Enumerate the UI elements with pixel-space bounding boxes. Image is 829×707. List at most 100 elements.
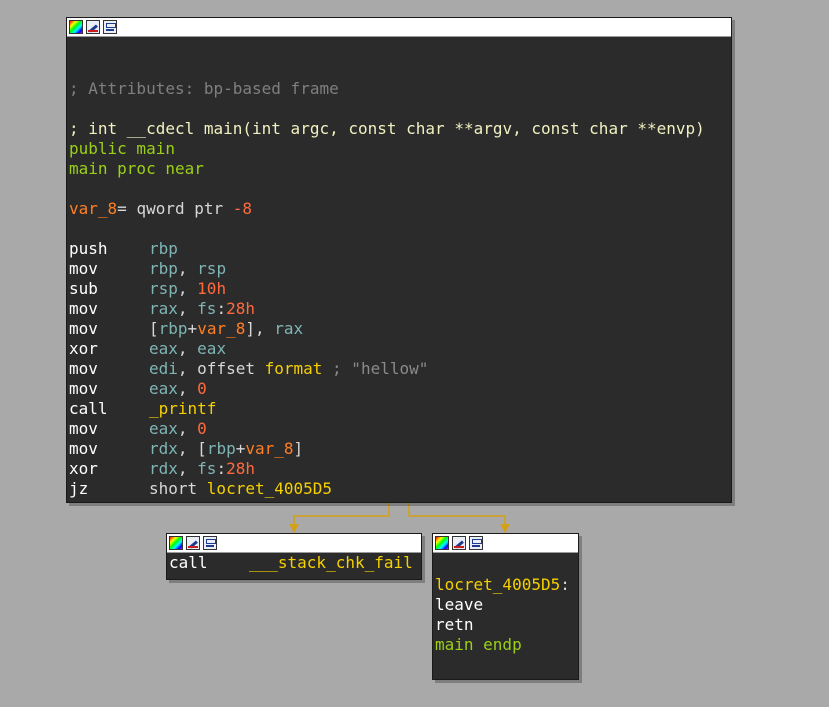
instruction-line[interactable]: mov edi, offset format ; "hellow" — [69, 359, 731, 379]
plus-sign: + — [235, 439, 246, 458]
operand: rdx — [149, 459, 178, 478]
mnemonic: sub — [69, 279, 98, 298]
instruction-line[interactable]: push rbp — [69, 239, 731, 259]
instruction-line[interactable]: mov rdx, [rbp+var_8] — [69, 439, 731, 459]
operand-separator: , — [177, 299, 198, 318]
mnemonic: push — [69, 239, 108, 258]
mnemonic: call — [169, 553, 208, 572]
operand-separator: , — [255, 319, 275, 338]
operand: rdx — [149, 439, 178, 458]
segment-colon: : — [216, 459, 227, 478]
code-label[interactable]: locret_4005D5 — [435, 575, 560, 594]
jump-target[interactable]: locret_4005D5 — [207, 479, 332, 498]
color-palette-icon[interactable] — [69, 20, 83, 34]
mnemonic: xor — [69, 339, 98, 358]
operand: eax — [149, 419, 178, 438]
var-eq: = — [117, 199, 127, 218]
node-titlebar — [67, 18, 731, 37]
edit-node-icon[interactable] — [186, 536, 200, 550]
var-reference[interactable]: var_8 — [245, 439, 293, 458]
node-titlebar — [433, 534, 578, 553]
disassembly-listing: locret_4005D5: leave retn main endp — [433, 553, 578, 655]
operand: eax — [149, 379, 178, 398]
immediate: 0 — [197, 379, 207, 398]
var-type: qword ptr — [126, 199, 233, 218]
proc-declaration: main proc near — [69, 159, 204, 178]
graph-view-icon[interactable] — [203, 536, 217, 550]
mnemonic: mov — [69, 439, 98, 458]
mnemonic: call — [69, 399, 108, 418]
mnemonic: jz — [69, 479, 89, 498]
plus-sign: + — [187, 319, 198, 338]
disassembly-listing: ; Attributes: bp-based frame ; int __cde… — [67, 37, 731, 499]
instruction-line[interactable]: xor rdx, fs:28h — [69, 459, 731, 479]
stack-var-declaration: var_8= qword ptr -8 — [69, 199, 731, 219]
operand: eax — [197, 339, 227, 358]
instruction-line[interactable]: mov [rbp+var_8], rax — [69, 319, 731, 339]
mnemonic: xor — [69, 459, 98, 478]
color-palette-icon[interactable] — [435, 536, 449, 550]
call-target[interactable]: _printf — [149, 399, 216, 418]
var-reference[interactable]: var_8 — [197, 319, 245, 338]
bracket: ] — [293, 439, 304, 458]
instruction-line[interactable]: xor eax, eax — [69, 339, 731, 359]
color-palette-icon[interactable] — [169, 536, 183, 550]
operand: rsp — [197, 259, 227, 278]
graph-view-icon[interactable] — [469, 536, 483, 550]
operand: rsp — [149, 279, 178, 298]
instruction-line[interactable]: sub rsp, 10h — [69, 279, 731, 299]
instruction-line[interactable]: mov eax, 0 — [69, 379, 731, 399]
public-declaration: public main — [69, 139, 175, 158]
stack-chk-fail-node[interactable]: call ___stack_chk_fail — [166, 533, 422, 580]
edit-node-icon[interactable] — [86, 20, 100, 34]
attributes-comment: ; Attributes: bp-based frame — [69, 79, 339, 98]
instruction-line[interactable]: call _printf — [69, 399, 731, 419]
immediate: 28h — [226, 299, 255, 318]
edge-to-fail-block — [293, 502, 390, 526]
edit-node-icon[interactable] — [452, 536, 466, 550]
operand-separator: , — [177, 279, 198, 298]
instruction-line[interactable]: mov eax, 0 — [69, 419, 731, 439]
segment-register: fs — [197, 299, 217, 318]
graph-view-icon[interactable] — [103, 20, 117, 34]
operand: rbp — [149, 239, 178, 258]
symbol-reference[interactable]: format — [265, 359, 323, 378]
function-signature-comment: ; int __cdecl main(int argc, const char … — [69, 119, 705, 138]
operand: rbp — [158, 319, 188, 338]
mnemonic: mov — [69, 299, 98, 318]
mnemonic: mov — [69, 379, 98, 398]
instruction-line[interactable]: mov rax, fs:28h — [69, 299, 731, 319]
mnemonic: mov — [69, 319, 98, 338]
mnemonic: mov — [69, 359, 98, 378]
instruction-line[interactable]: call ___stack_chk_fail — [169, 553, 421, 573]
locret-node[interactable]: locret_4005D5: leave retn main endp — [432, 533, 579, 680]
string-comment: ; "hellow" — [322, 359, 429, 378]
short-keyword: short — [149, 479, 207, 498]
operand: rax — [149, 299, 178, 318]
edge-to-ret-block — [408, 502, 506, 526]
instruction-line[interactable]: mov rbp, rsp — [69, 259, 731, 279]
mnemonic: mov — [69, 259, 98, 278]
bracket: ] — [245, 319, 255, 338]
instruction-line[interactable]: jz short locret_4005D5 — [69, 479, 731, 499]
bracket: [ — [197, 439, 207, 458]
operand-separator: , — [177, 419, 198, 438]
segment-register: fs — [197, 459, 217, 478]
offset-keyword: offset — [197, 359, 265, 378]
operand: rbp — [206, 439, 236, 458]
call-target[interactable]: ___stack_chk_fail — [249, 553, 413, 572]
disassembly-listing: call ___stack_chk_fail — [167, 553, 421, 573]
instruction-line[interactable]: leave — [435, 595, 578, 615]
operand: rax — [274, 319, 304, 338]
main-function-node[interactable]: ; Attributes: bp-based frame ; int __cde… — [66, 17, 732, 503]
operand-separator: , — [177, 359, 198, 378]
operand: rbp — [149, 259, 178, 278]
operand-separator: , — [177, 259, 198, 278]
var-name[interactable]: var_8 — [69, 199, 117, 218]
label-colon: : — [560, 575, 570, 594]
instruction-line[interactable]: retn — [435, 615, 578, 635]
operand-separator: , — [177, 439, 198, 458]
endp-line: main endp — [435, 635, 522, 654]
